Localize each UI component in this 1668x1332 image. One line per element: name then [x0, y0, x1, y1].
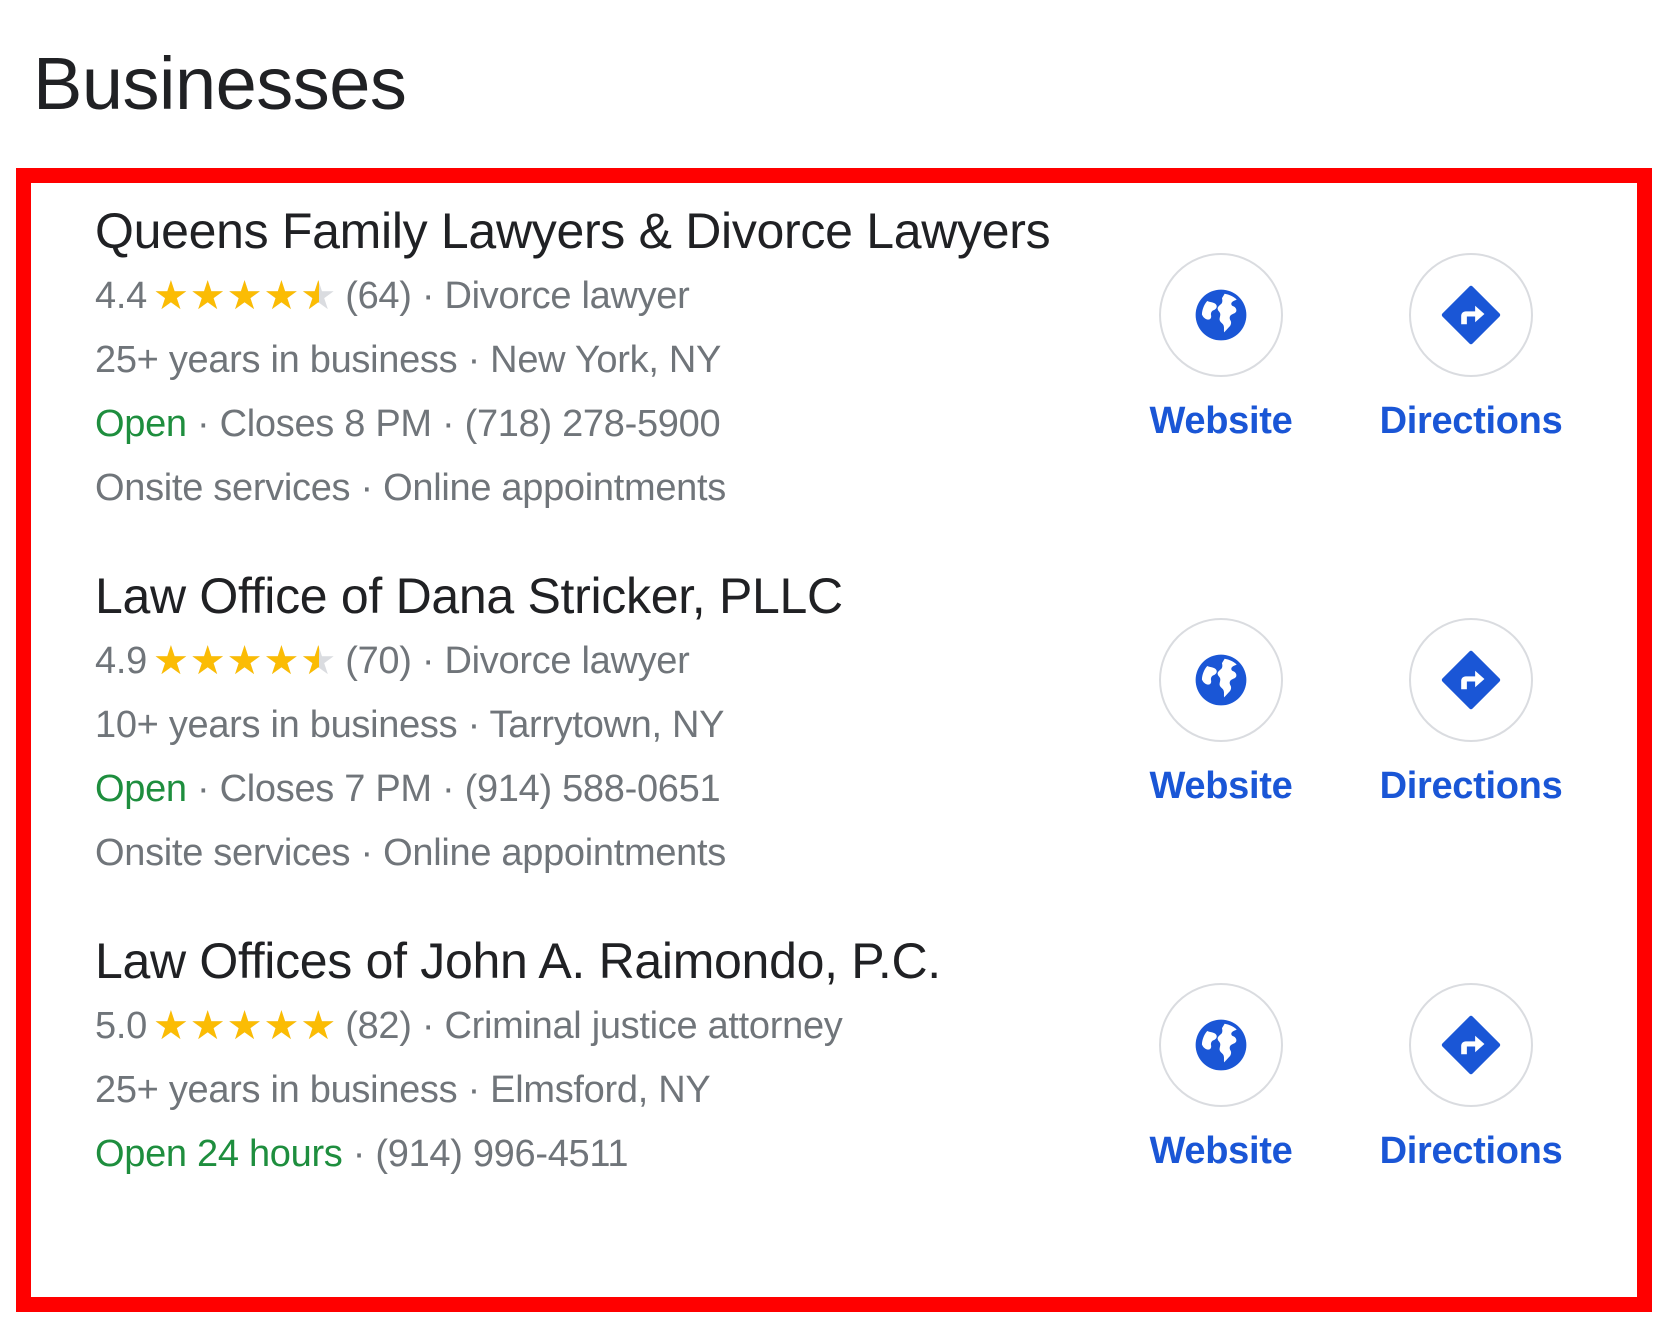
rating-row: 5.0 ★★★★★ ★★★★★ (82) · Criminal justice att…	[95, 994, 1135, 1058]
business-listing[interactable]: Law Offices of John A. Raimondo, P.C. 5.…	[31, 928, 1637, 1288]
website-icon-circle[interactable]	[1159, 253, 1283, 377]
business-info: Law Office of Dana Stricker, PLLC 4.9 ★★★…	[95, 563, 1135, 885]
open-status: Open	[95, 403, 187, 445]
hours-row: Open · Closes 7 PM · (914) 588-0651	[95, 757, 1135, 821]
business-name[interactable]: Queens Family Lawyers & Divorce Lawyers	[95, 198, 1135, 264]
services-row: Onsite services · Online appointments	[95, 467, 726, 509]
hours-row: Open 24 hours · (914) 996-4511	[95, 1122, 1135, 1186]
website-button[interactable]: Website	[1121, 618, 1321, 810]
directions-icon-circle[interactable]	[1409, 618, 1533, 742]
hours-row: Open · Closes 8 PM · (718) 278-5900	[95, 392, 1135, 456]
hours-phone: · Closes 7 PM · (914) 588-0651	[197, 768, 721, 810]
directions-label[interactable]: Directions	[1371, 762, 1571, 810]
star-rating-fill: ★★★★★	[152, 639, 319, 683]
review-count[interactable]: (82)	[345, 1005, 412, 1047]
directions-icon	[1441, 285, 1501, 345]
business-info: Queens Family Lawyers & Divorce Lawyers …	[95, 198, 1135, 520]
page-title: Businesses	[33, 42, 407, 125]
star-rating-icon: ★★★★★★★★★★	[153, 629, 337, 693]
business-details: 25+ years in business · New York, NY	[95, 339, 722, 381]
globe-icon	[1195, 654, 1247, 706]
directions-icon-circle[interactable]	[1409, 253, 1533, 377]
business-category: · Divorce lawyer	[421, 640, 690, 682]
website-label[interactable]: Website	[1121, 762, 1321, 810]
business-details: 25+ years in business · Elmsford, NY	[95, 1069, 711, 1111]
directions-label[interactable]: Directions	[1371, 397, 1571, 445]
globe-icon	[1195, 289, 1247, 341]
hours-phone: · (914) 996-4511	[352, 1133, 629, 1175]
businesses-highlight-box: Queens Family Lawyers & Divorce Lawyers …	[16, 168, 1652, 1312]
website-label[interactable]: Website	[1121, 1127, 1321, 1175]
rating-value: 4.4	[95, 275, 147, 317]
website-button[interactable]: Website	[1121, 253, 1321, 445]
business-details: 10+ years in business · Tarrytown, NY	[95, 704, 725, 746]
open-status: Open 24 hours	[95, 1133, 343, 1175]
review-count[interactable]: (70)	[345, 640, 412, 682]
directions-button[interactable]: Directions	[1371, 618, 1571, 810]
rating-row: 4.9★★★★★★★★★★(70) · Divorce lawyer	[95, 629, 1135, 693]
directions-icon	[1441, 650, 1501, 710]
directions-label[interactable]: Directions	[1371, 1127, 1571, 1175]
business-category: · Criminal justice attorney	[421, 1005, 843, 1047]
star-rating-fill: ★★★★★	[152, 1004, 338, 1048]
website-button[interactable]: Website	[1121, 983, 1321, 1175]
listing-actions: Website Directions	[1121, 983, 1641, 1183]
business-name[interactable]: Law Office of Dana Stricker, PLLC	[95, 563, 1135, 629]
website-label[interactable]: Website	[1121, 397, 1321, 445]
website-icon-circle[interactable]	[1159, 983, 1283, 1107]
business-info: Law Offices of John A. Raimondo, P.C. 5.…	[95, 928, 1135, 1186]
rating-row: 4.4★★★★★★★★★★(64) · Divorce lawyer	[95, 264, 1135, 328]
business-listing[interactable]: Law Office of Dana Stricker, PLLC 4.9 ★★★…	[31, 563, 1637, 923]
website-icon-circle[interactable]	[1159, 618, 1283, 742]
review-count[interactable]: (64)	[345, 275, 412, 317]
hours-phone: · Closes 8 PM · (718) 278-5900	[197, 403, 721, 445]
listing-actions: Website Directions	[1121, 253, 1641, 453]
directions-icon-circle[interactable]	[1409, 983, 1533, 1107]
rating-value: 4.9	[95, 640, 147, 682]
directions-icon	[1441, 1015, 1501, 1075]
listing-actions: Website Directions	[1121, 618, 1641, 818]
directions-button[interactable]: Directions	[1371, 253, 1571, 445]
star-rating-icon: ★★★★★★★★★★	[153, 264, 337, 328]
business-listing[interactable]: Queens Family Lawyers & Divorce Lawyers …	[31, 198, 1637, 558]
rating-value: 5.0	[95, 1005, 147, 1047]
globe-icon	[1195, 1019, 1247, 1071]
business-name[interactable]: Law Offices of John A. Raimondo, P.C.	[95, 928, 1135, 994]
star-rating-icon: ★★★★★★★★★★	[153, 994, 337, 1058]
directions-button[interactable]: Directions	[1371, 983, 1571, 1175]
business-category: · Divorce lawyer	[421, 275, 690, 317]
star-rating-fill: ★★★★★	[152, 274, 319, 318]
open-status: Open	[95, 768, 187, 810]
services-row: Onsite services · Online appointments	[95, 832, 726, 874]
